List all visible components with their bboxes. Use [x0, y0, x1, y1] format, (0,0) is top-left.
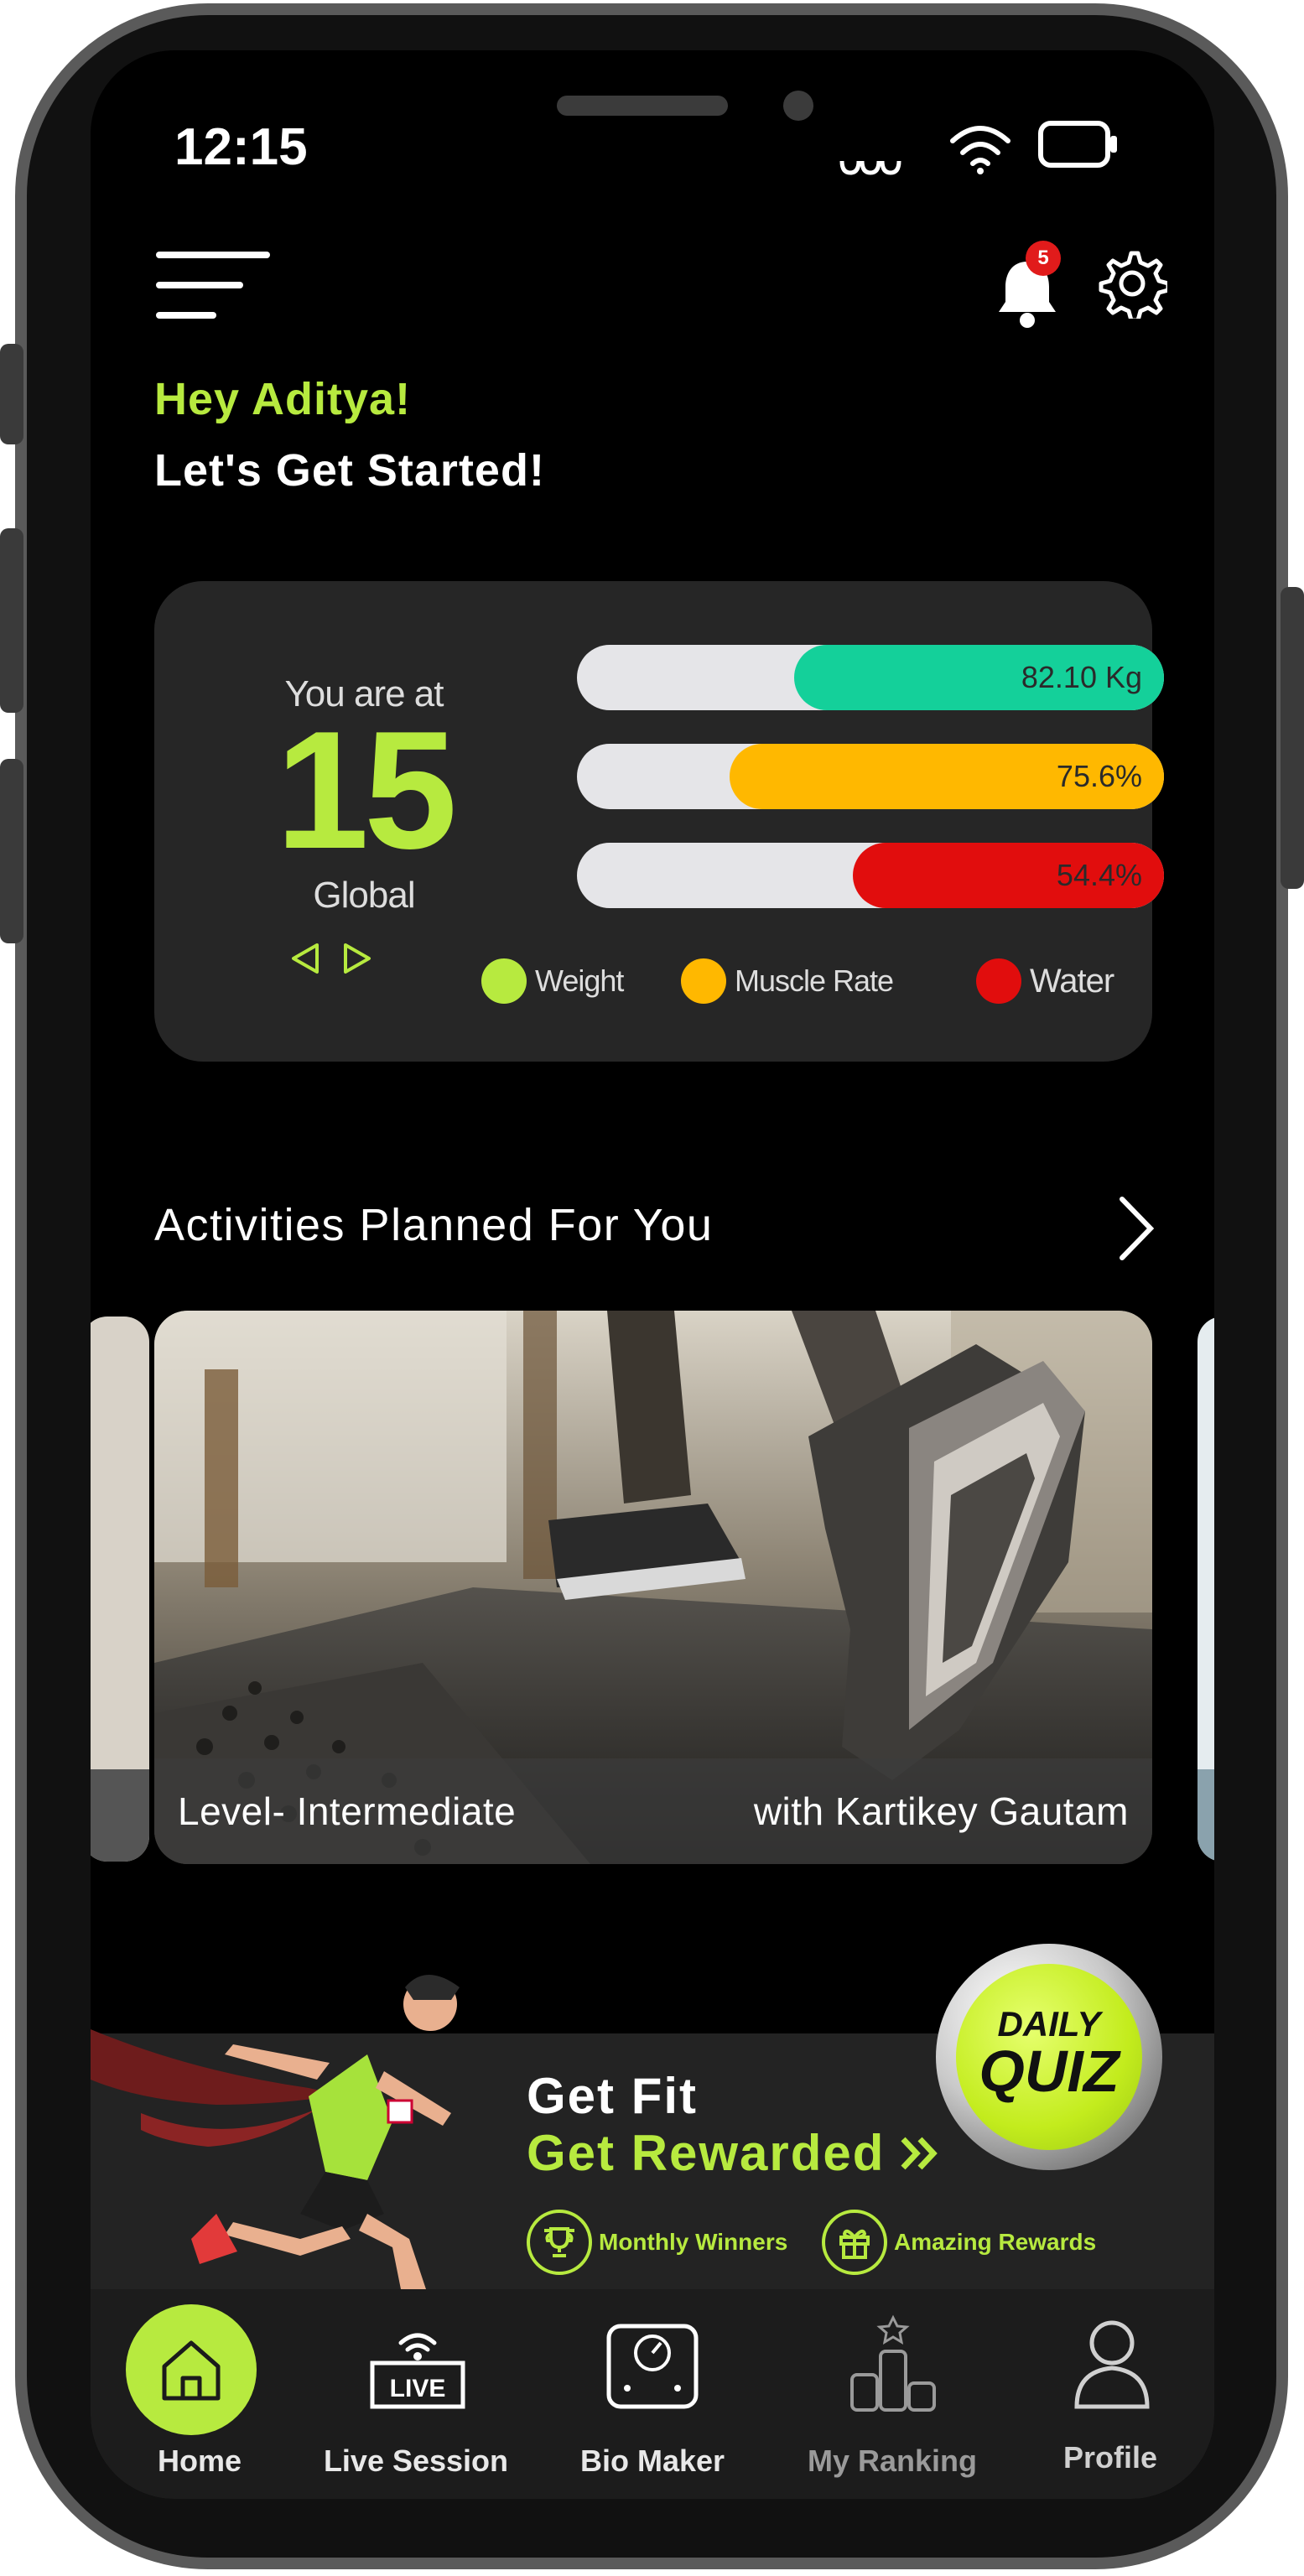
volume-down-button [0, 759, 23, 943]
water-bar: 54.4% [577, 843, 1164, 908]
app-screen: 12:15 5 Hey Aditya! Let's Get Started! Y… [91, 50, 1214, 2499]
svg-text:LIVE: LIVE [390, 2375, 446, 2402]
legend-weight: Weight [481, 958, 624, 1004]
runner-illustration [91, 1975, 460, 2289]
rank-prev-button[interactable] [288, 940, 322, 977]
legend-muscle-rate-label: Muscle Rate [735, 963, 894, 998]
muscle-rate-bar: 75.6% [577, 744, 1164, 809]
legend-water: Water [976, 958, 1114, 1004]
rank-value: 15 [275, 697, 457, 884]
menu-icon [156, 252, 270, 319]
notification-badge: 5 [1026, 241, 1061, 276]
next-activity-card[interactable] [1197, 1317, 1214, 1862]
bottom-nav: Home LIVE Live Session Bio Maker My Rank… [91, 2289, 1214, 2499]
nav-home[interactable]: Home [91, 2289, 309, 2499]
monthly-winners-badge: Monthly Winners [527, 2210, 787, 2275]
speaker-grille [557, 96, 728, 116]
gear-icon [1099, 251, 1171, 323]
volume-up-button [0, 528, 23, 713]
live-icon: LIVE [370, 2333, 465, 2409]
rank-next-button[interactable] [340, 940, 374, 977]
gift-icon [822, 2210, 887, 2275]
amazing-rewards-label: Amazing Rewards [894, 2229, 1097, 2255]
activity-level: Level- Intermediate [178, 1789, 517, 1833]
daily-quiz-button[interactable]: DAILY QUIZ [936, 1944, 1162, 2170]
nav-my-ranking-label: My Ranking [807, 2444, 978, 2478]
battery-icon [1038, 121, 1117, 168]
legend-weight-dot [481, 958, 527, 1004]
activities-see-all-button[interactable] [1114, 1191, 1161, 1266]
previous-activity-image [91, 1317, 149, 1862]
legend-muscle-rate: Muscle Rate [681, 958, 894, 1004]
nav-profile[interactable]: Profile [1001, 2289, 1214, 2499]
trophy-icon [527, 2210, 592, 2275]
double-chevron-right-icon [901, 2137, 938, 2169]
triangle-right-icon [344, 943, 371, 974]
legend-water-dot [976, 958, 1021, 1004]
mute-switch [0, 344, 23, 444]
nav-home-label: Home [157, 2444, 242, 2478]
scale-icon [606, 2324, 699, 2409]
person-icon [1074, 2320, 1150, 2409]
next-activity-image [1197, 1317, 1214, 1862]
power-button [1281, 587, 1304, 889]
promo-subtitle: Get Rewarded [527, 2124, 940, 2182]
weight-bar-label: 82.10 Kg [1021, 660, 1142, 694]
nav-profile-label: Profile [1062, 2440, 1158, 2475]
chevron-right-icon [1120, 1197, 1155, 1260]
wifi-icon [950, 126, 1010, 174]
menu-button[interactable] [154, 242, 272, 325]
home-icon [162, 2340, 221, 2401]
front-camera [783, 91, 813, 121]
monthly-winners-label: Monthly Winners [599, 2229, 788, 2255]
greeting-name: Hey Aditya! [154, 374, 412, 424]
nav-my-ranking[interactable]: My Ranking [783, 2289, 1001, 2499]
activities-title: Activities Planned For You [154, 1200, 714, 1250]
signal-icon [839, 160, 901, 175]
activity-trainer: with Kartikey Gautam [753, 1789, 1129, 1833]
stats-card: You are at 15 Global 82.10 Kg 75.6% 54.4… [154, 581, 1164, 1062]
nav-bio-maker-label: Bio Maker [579, 2444, 725, 2478]
greeting-subtitle: Let's Get Started! [154, 445, 545, 496]
legend-water-label: Water [1030, 962, 1114, 1000]
nav-bio-maker[interactable]: Bio Maker [543, 2289, 761, 2499]
nav-live-session[interactable]: LIVE Live Session [307, 2289, 525, 2499]
activity-card[interactable]: Level- Intermediate with Kartikey Gautam [154, 1311, 1152, 1864]
water-bar-label: 54.4% [1056, 858, 1142, 892]
daily-quiz-bottom: QUIZ [979, 2038, 1120, 2104]
podium-icon [850, 2314, 936, 2412]
previous-activity-card[interactable] [91, 1317, 149, 1862]
muscle-rate-bar-label: 75.6% [1056, 759, 1142, 793]
legend-muscle-rate-dot [681, 958, 726, 1004]
promo-subtitle-text: Get Rewarded [527, 2125, 886, 2181]
daily-quiz-face: DAILY QUIZ [956, 1964, 1142, 2150]
weight-bar: 82.10 Kg [577, 645, 1164, 710]
nav-live-session-label: Live Session [323, 2444, 509, 2478]
amazing-rewards-badge: Amazing Rewards [822, 2210, 1096, 2275]
settings-button[interactable] [1097, 248, 1171, 323]
triangle-left-icon [292, 943, 319, 974]
rank-scope: Global [313, 875, 415, 916]
promo-title: Get Fit [527, 2068, 698, 2124]
status-time: 12:15 [174, 118, 308, 176]
legend-weight-label: Weight [535, 963, 624, 998]
